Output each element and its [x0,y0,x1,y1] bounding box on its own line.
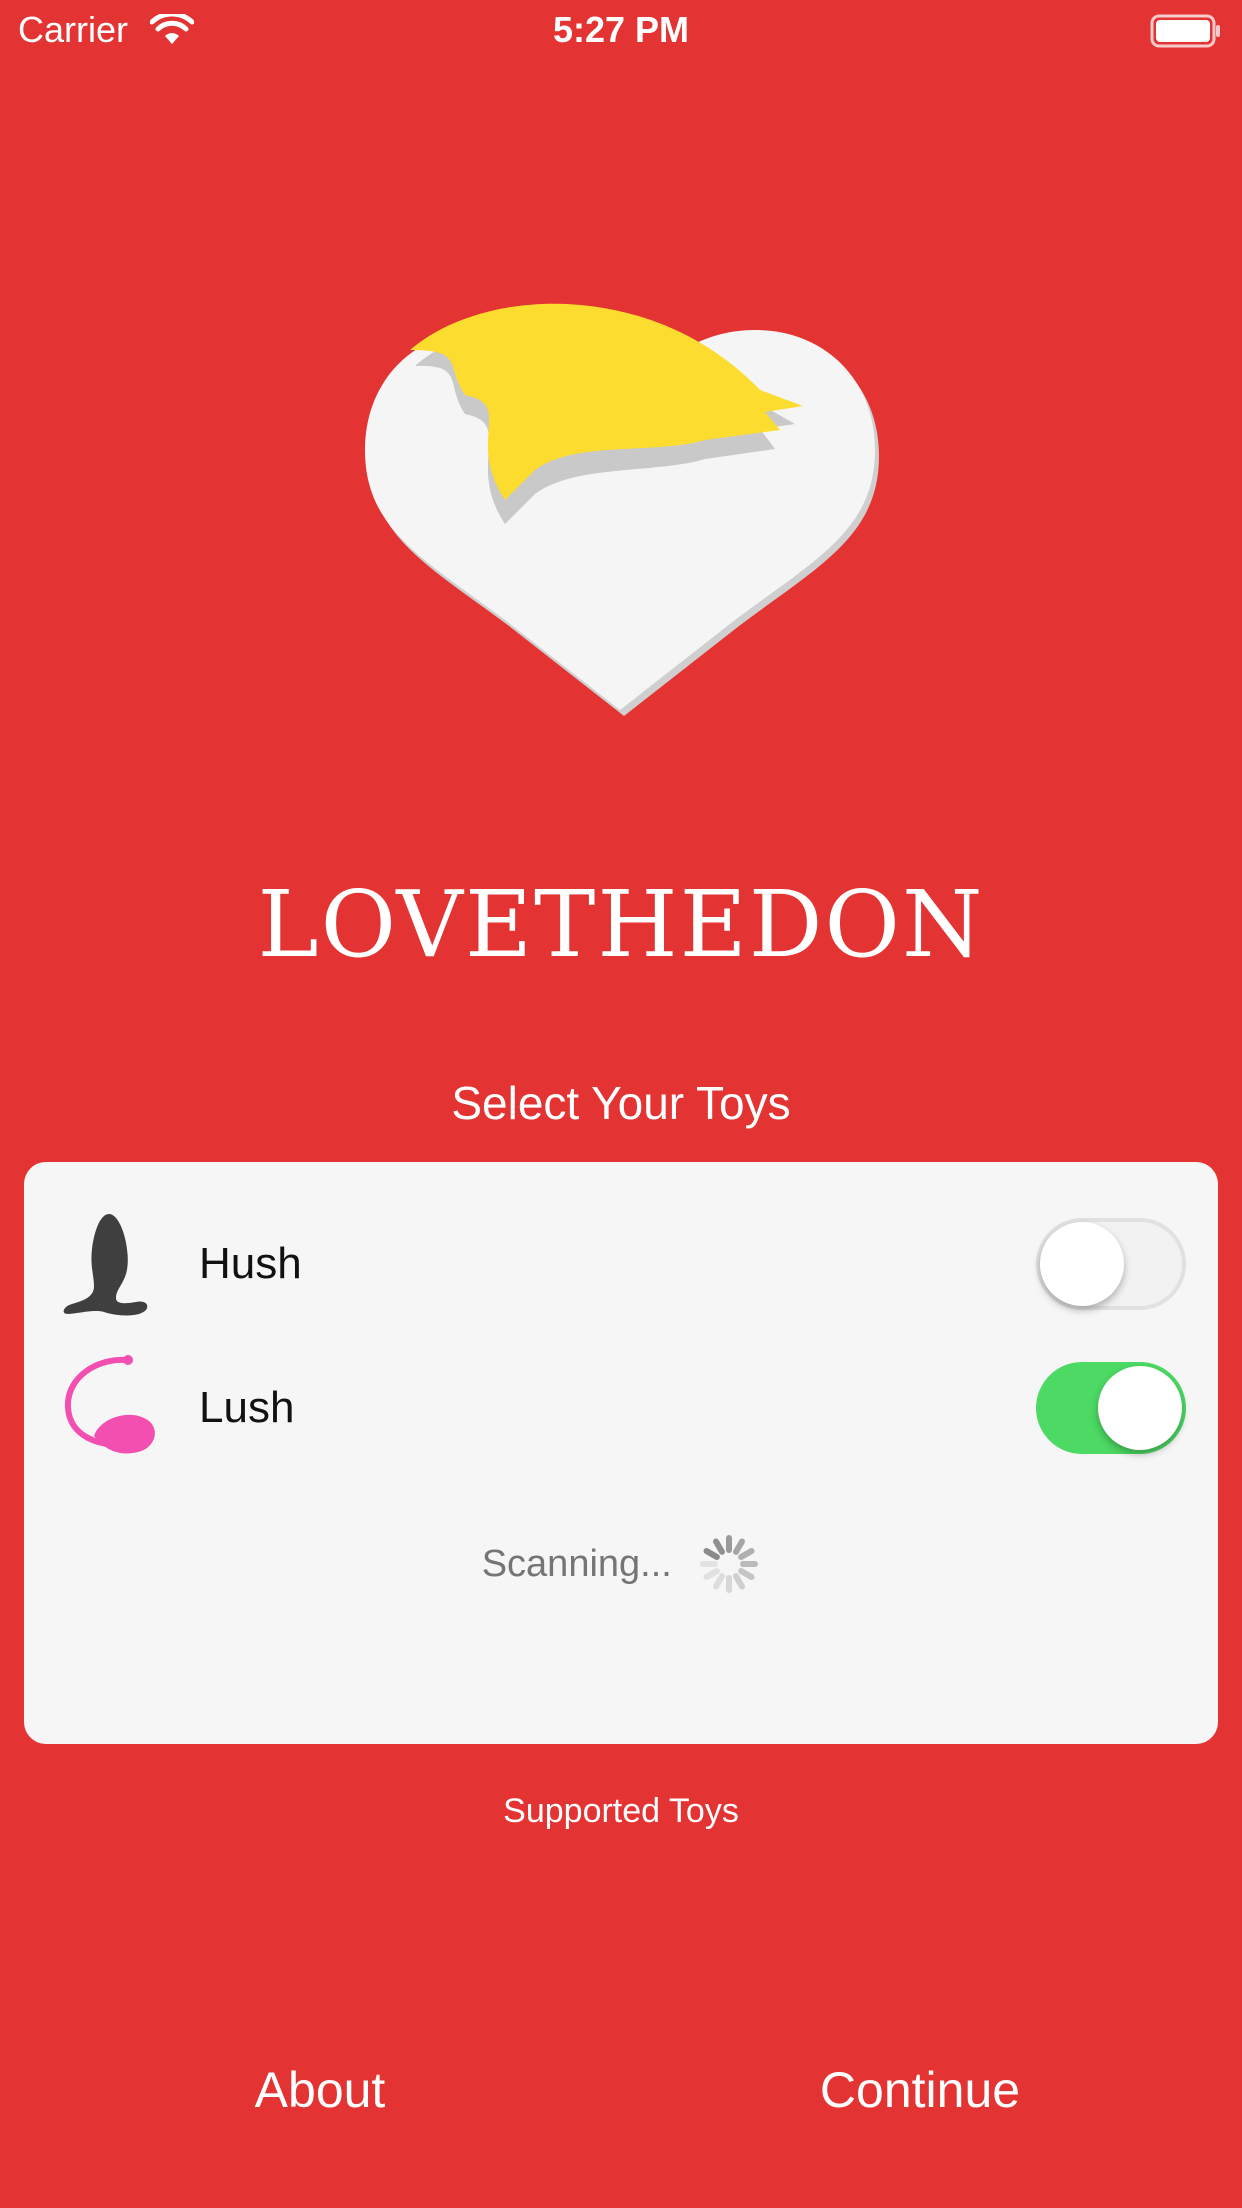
hush-toggle[interactable] [1036,1218,1186,1310]
lush-toy-icon [64,1355,155,1454]
toy-list-panel: Hush Lush Scanning... [24,1162,1218,1744]
status-time: 5:27 PM [552,9,690,50]
scanning-label: Scanning... [481,1543,672,1585]
battery-icon [1150,14,1220,48]
status-bar: Carrier 5:27 PM [0,0,1242,60]
heart-with-hair-logo [365,303,879,716]
supported-toys-link[interactable]: Supported Toys [0,1790,1242,1832]
toy-label-lush: Lush [199,1383,295,1432]
app-brand-title: LOVETHEDON [257,871,985,978]
continue-button[interactable]: Continue [800,2060,1040,2120]
toggle-knob [1098,1366,1182,1450]
toggle-knob [1040,1222,1124,1306]
activity-spinner-icon [700,1535,759,1593]
toy-row-hush: Hush [24,1204,1218,1324]
scanning-status: Scanning... [24,1532,1218,1596]
toy-row-lush: Lush [24,1348,1218,1468]
select-toys-title: Select Your Toys [451,1077,791,1129]
toy-label-hush: Hush [199,1239,302,1288]
about-button[interactable]: About [220,2060,420,2120]
lush-toggle[interactable] [1036,1362,1186,1454]
hush-toy-icon [63,1214,148,1316]
